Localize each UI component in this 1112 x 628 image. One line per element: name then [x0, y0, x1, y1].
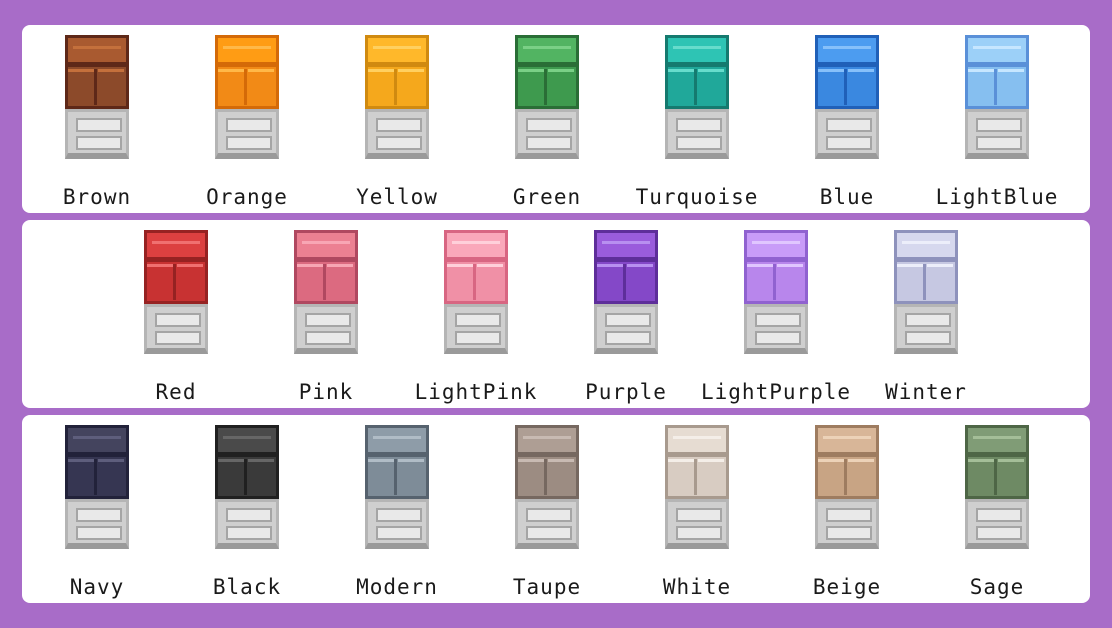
fridge-label-lightpurple: LightPurple — [701, 380, 852, 404]
fridge-label-yellow: Yellow — [356, 185, 438, 209]
fridge-option-winter[interactable]: Winter — [851, 230, 1001, 408]
fridge-sprite-lightpink — [444, 230, 508, 354]
fridge-sprite-lightpurple — [744, 230, 808, 354]
fridge-label-pink: Pink — [298, 380, 354, 404]
fridge-sprite-taupe — [515, 425, 579, 549]
fridge-option-beige[interactable]: Beige — [772, 425, 922, 603]
fridge-sprite-orange — [215, 35, 279, 159]
fridge-label-lightpink: LightPink — [414, 380, 538, 404]
color-row-1: Brown Orange Yellow Green Turquoise Blue Light… — [22, 25, 1090, 213]
fridge-label-green: Green — [512, 185, 582, 209]
fridge-sprite-brown — [65, 35, 129, 159]
fridge-sprite-navy — [65, 425, 129, 549]
fridge-sprite-modern — [365, 425, 429, 549]
fridge-label-brown: Brown — [62, 185, 132, 209]
fridge-sprite-winter — [894, 230, 958, 354]
fridge-label-taupe: Taupe — [512, 575, 582, 599]
fridge-option-red[interactable]: Red — [101, 230, 251, 408]
fridge-option-white[interactable]: White — [622, 425, 772, 603]
fridge-label-orange: Orange — [206, 185, 288, 209]
fridge-sprite-blue — [815, 35, 879, 159]
fridge-label-modern: Modern — [356, 575, 438, 599]
fridge-option-black[interactable]: Black — [172, 425, 322, 603]
fridge-option-lightpink[interactable]: LightPink — [401, 230, 551, 408]
fridge-label-navy: Navy — [69, 575, 125, 599]
fridge-option-sage[interactable]: Sage — [922, 425, 1072, 603]
fridge-option-modern[interactable]: Modern — [322, 425, 472, 603]
fridge-option-purple[interactable]: Purple — [551, 230, 701, 408]
fridge-label-red: Red — [155, 380, 197, 404]
fridge-sprite-purple — [594, 230, 658, 354]
fridge-option-turquoise[interactable]: Turquoise — [622, 35, 772, 213]
fridge-label-white: White — [662, 575, 732, 599]
fridge-label-blue: Blue — [819, 185, 875, 209]
fridge-label-lightblue: LightBlue — [935, 185, 1059, 209]
fridge-option-green[interactable]: Green — [472, 35, 622, 213]
fridge-sprite-beige — [815, 425, 879, 549]
fridge-label-turquoise: Turquoise — [635, 185, 759, 209]
fridge-sprite-turquoise — [665, 35, 729, 159]
fridge-sprite-yellow — [365, 35, 429, 159]
fridge-option-taupe[interactable]: Taupe — [472, 425, 622, 603]
fridge-label-beige: Beige — [812, 575, 882, 599]
fridge-option-pink[interactable]: Pink — [251, 230, 401, 408]
fridge-option-blue[interactable]: Blue — [772, 35, 922, 213]
fridge-sprite-sage — [965, 425, 1029, 549]
fridge-option-lightpurple[interactable]: LightPurple — [701, 230, 851, 408]
fridge-option-navy[interactable]: Navy — [22, 425, 172, 603]
fridge-option-lightblue[interactable]: LightBlue — [922, 35, 1072, 213]
color-row-3: Navy Black Modern Taupe White Beige Sage — [22, 415, 1090, 603]
fridge-sprite-red — [144, 230, 208, 354]
color-row-2: Red Pink LightPink Purple LightPurple Winter — [22, 220, 1090, 408]
fridge-label-purple: Purple — [585, 380, 667, 404]
fridge-sprite-pink — [294, 230, 358, 354]
fridge-sprite-white — [665, 425, 729, 549]
fridge-sprite-lightblue — [965, 35, 1029, 159]
fridge-label-sage: Sage — [969, 575, 1025, 599]
fridge-sprite-black — [215, 425, 279, 549]
fridge-option-orange[interactable]: Orange — [172, 35, 322, 213]
fridge-label-black: Black — [212, 575, 282, 599]
fridge-option-yellow[interactable]: Yellow — [322, 35, 472, 213]
fridge-label-winter: Winter — [885, 380, 967, 404]
fridge-option-brown[interactable]: Brown — [22, 35, 172, 213]
fridge-sprite-green — [515, 35, 579, 159]
